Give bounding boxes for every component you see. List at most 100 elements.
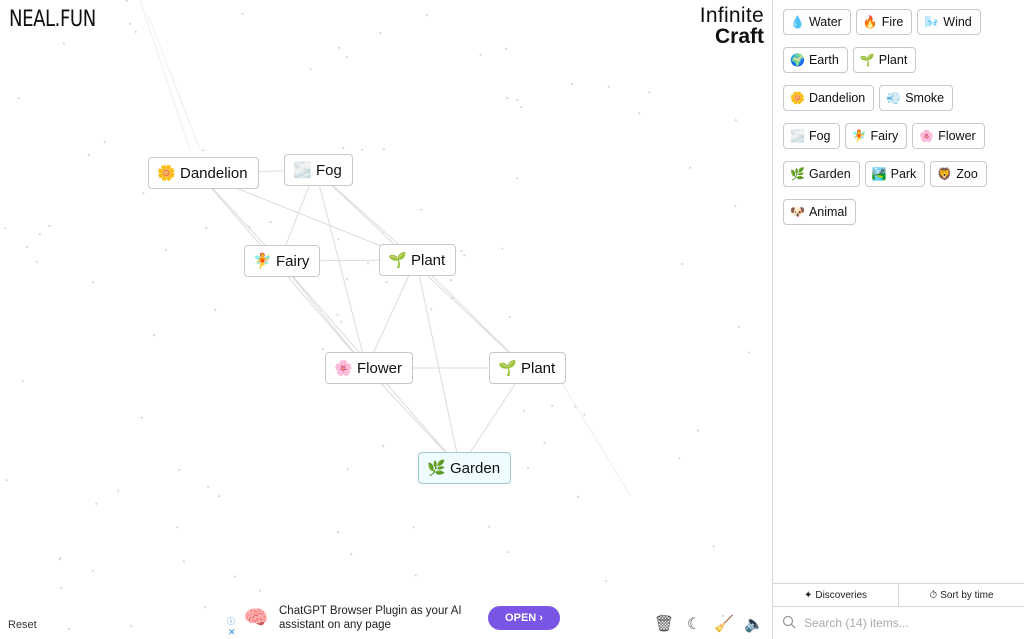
inventory-item-wind[interactable]: 🌬️ Wind xyxy=(917,9,981,35)
reset-button[interactable]: Reset xyxy=(8,619,37,631)
ad-open-button[interactable]: OPEN › xyxy=(488,606,560,630)
inventory-item-flower[interactable]: 🌸 Flower xyxy=(912,123,985,149)
sidebar-tabs: ✦ Discoveries ⏱ Sort by time xyxy=(773,583,1024,606)
background-dot xyxy=(207,485,210,488)
canvas-item-label: Plant xyxy=(521,359,556,377)
inventory-item-label: Garden xyxy=(808,167,851,181)
inventory-item-fog[interactable]: 🌫️ Fog xyxy=(783,123,840,149)
inventory-item-label: Animal xyxy=(808,205,848,219)
background-dot xyxy=(551,404,554,407)
background-dot xyxy=(648,91,651,94)
background-dot xyxy=(748,351,750,354)
ad-banner[interactable]: ⓘ ✕ 🧠 ChatGPT Browser Plugin as your AI … xyxy=(225,597,568,639)
background-dot xyxy=(92,281,94,284)
background-dot xyxy=(430,308,433,311)
search-input[interactable] xyxy=(804,616,1004,630)
inventory-item-label: Water xyxy=(808,15,842,29)
canvas-item-garden[interactable]: 🌿 Garden xyxy=(418,452,512,484)
background-dot xyxy=(508,315,511,318)
sound-icon[interactable]: 🔈 xyxy=(744,614,764,634)
fog-icon: 🌫️ xyxy=(293,162,312,179)
neal-fun-logo[interactable]: NEAL.FUN xyxy=(9,7,96,32)
background-dot xyxy=(712,545,715,548)
inventory-item-garden[interactable]: 🌿 Garden xyxy=(783,161,860,187)
inventory-item-plant[interactable]: 🌱 Plant xyxy=(852,47,917,73)
background-dot xyxy=(412,526,415,529)
canvas-item-plant[interactable]: 🌱 Plant xyxy=(379,244,457,276)
inventory-item-smoke[interactable]: 💨 Smoke xyxy=(879,85,954,111)
background-dot xyxy=(479,53,482,56)
wind-icon: 🌬️ xyxy=(924,15,940,29)
trash-icon[interactable]: 🗑 xyxy=(654,614,674,634)
canvas-item-fairy[interactable]: 🧚 Fairy xyxy=(244,245,321,277)
background-dot xyxy=(350,552,353,555)
inventory-item-label: Wind xyxy=(943,15,972,29)
background-dot xyxy=(451,296,454,299)
park-icon: 🏞️ xyxy=(871,167,887,181)
canvas-item-dandelion[interactable]: 🌼 Dandelion xyxy=(148,157,259,189)
background-dot xyxy=(605,579,608,582)
plant-icon: 🌱 xyxy=(859,53,875,67)
broom-icon[interactable]: 🧹 xyxy=(714,614,734,634)
background-dot xyxy=(336,531,339,534)
canvas-toolbar: 🗑 ☾ 🧹 🔈 xyxy=(654,614,764,634)
inventory-item-dandelion[interactable]: 🌼 Dandelion xyxy=(783,85,875,111)
background-dot xyxy=(204,606,207,609)
canvas-item-fog[interactable]: 🌫️ Fog xyxy=(284,154,353,186)
plant-icon: 🌱 xyxy=(388,252,407,269)
background-dot xyxy=(128,22,131,25)
background-dot xyxy=(103,141,106,144)
background-dot xyxy=(164,248,167,251)
garden-icon: 🌿 xyxy=(790,167,805,181)
inventory-item-water[interactable]: 💧 Water xyxy=(783,9,851,35)
sidebar: 💧 Water 🔥 Fire 🌬️ Wind 🌍 Earth 🌱 Plant 🌼 Dandelion 💨… xyxy=(772,0,1024,639)
fairy-icon: 🧚 xyxy=(851,129,867,143)
background-dot xyxy=(737,325,740,328)
background-dot xyxy=(67,628,70,630)
canvas-item-flower[interactable]: 🌸 Flower xyxy=(325,352,414,384)
background-dot xyxy=(205,227,208,230)
inventory-item-fire[interactable]: 🔥 Fire xyxy=(855,9,913,35)
background-dot xyxy=(382,445,385,448)
ad-info-icon[interactable]: ⓘ xyxy=(227,616,235,627)
canvas-item-label: Flower xyxy=(357,359,403,377)
background-dot xyxy=(4,227,7,230)
inventory-item-animal[interactable]: 🐶 Animal xyxy=(783,199,857,225)
background-dot xyxy=(361,148,364,151)
inventory-item-zoo[interactable]: 🦁 Zoo xyxy=(930,161,987,187)
background-dot xyxy=(696,429,699,432)
dark-mode-icon[interactable]: ☾ xyxy=(684,614,704,634)
crafting-canvas[interactable]: NEAL.FUN Infinite Craft 🌼 Dandelion 🌫️ Fog 🧚… xyxy=(0,0,772,639)
connection-line xyxy=(139,0,191,151)
inventory-item-fairy[interactable]: 🧚 Fairy xyxy=(844,123,908,149)
fire-icon: 🔥 xyxy=(862,15,878,29)
background-dot xyxy=(142,192,145,195)
tab-label: Sort by time xyxy=(940,589,994,601)
tab-label: Discoveries xyxy=(815,589,868,601)
inventory-item-earth[interactable]: 🌍 Earth xyxy=(783,47,848,73)
background-dot xyxy=(505,47,508,50)
dandelion-icon: 🌼 xyxy=(157,165,176,182)
background-dot xyxy=(182,560,185,563)
background-dot xyxy=(450,279,452,282)
tab-sort-by-time[interactable]: ⏱ Sort by time xyxy=(898,584,1024,606)
canvas-item-label: Dandelion xyxy=(180,164,248,182)
background-dot xyxy=(516,99,519,102)
inventory-item-label: Flower xyxy=(938,129,976,143)
background-dot xyxy=(607,85,610,88)
inventory-item-label: Fog xyxy=(808,129,831,143)
tab-discoveries[interactable]: ✦ Discoveries xyxy=(773,584,898,606)
background-dot xyxy=(241,12,244,15)
sparkle-icon: ✦ xyxy=(803,589,813,601)
background-dot xyxy=(689,166,692,169)
background-dot xyxy=(153,334,156,337)
background-dot xyxy=(309,68,312,71)
background-dot xyxy=(130,624,133,627)
canvas-background xyxy=(4,0,750,630)
background-dot xyxy=(346,468,349,471)
canvas-item-plant[interactable]: 🌱 Plant xyxy=(489,352,567,384)
canvas-item-label: Fairy xyxy=(276,252,310,270)
ad-close-icon[interactable]: ✕ xyxy=(228,627,236,638)
inventory-item-park[interactable]: 🏞️ Park xyxy=(864,161,926,187)
background-dot xyxy=(506,96,509,99)
